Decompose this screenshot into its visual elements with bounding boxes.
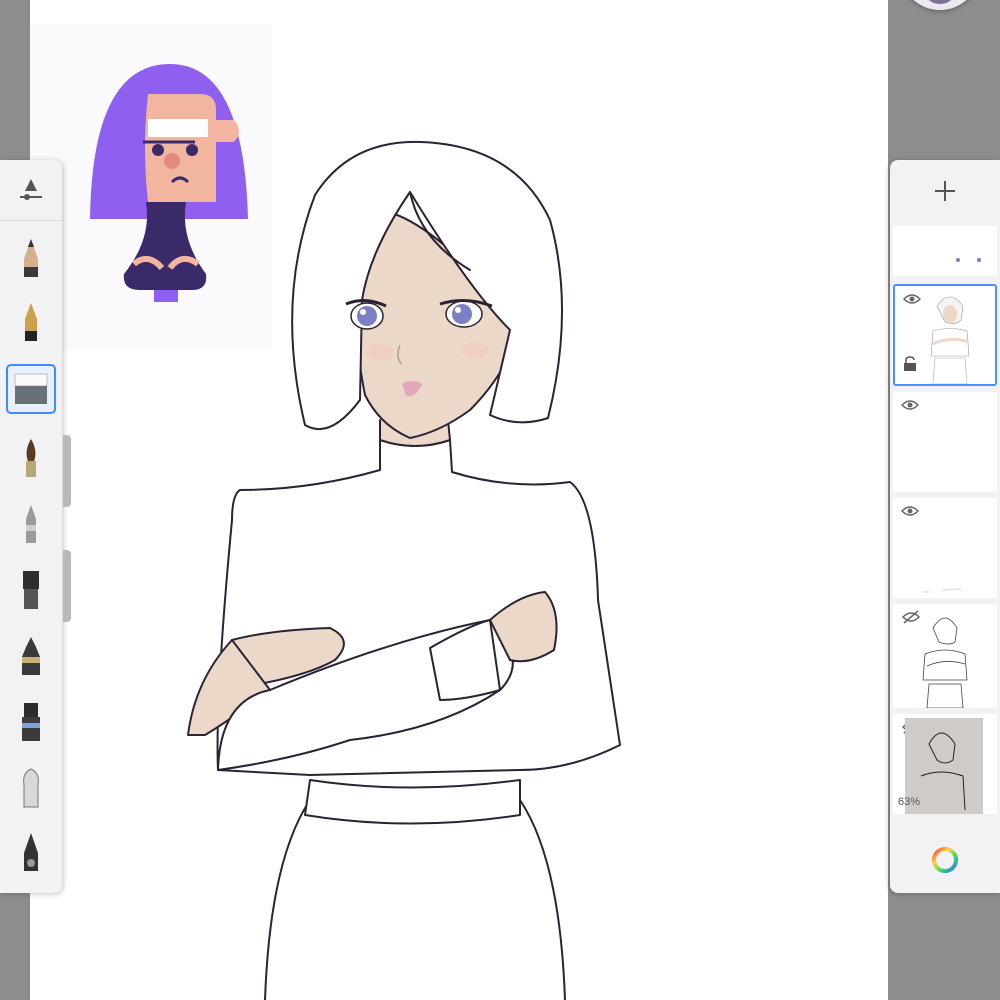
lock-icon[interactable]	[903, 356, 917, 377]
brush-size-opacity-icon	[20, 179, 42, 200]
brush-size-opacity-button[interactable]	[0, 160, 62, 221]
layer-coloring[interactable]	[893, 284, 997, 386]
brush-palette-scroll-handle-upper[interactable]	[63, 435, 71, 507]
layer-panel: 63%	[890, 160, 1000, 893]
ink-pen-brush-icon[interactable]	[6, 298, 56, 348]
add-layer-button[interactable]	[890, 160, 1000, 222]
layer-thumbnail	[923, 588, 962, 593]
eye-icon[interactable]	[900, 398, 920, 416]
layer-highlights[interactable]	[893, 498, 997, 598]
color-editor-button[interactable]	[890, 830, 1000, 890]
layer-thumbnail	[956, 258, 981, 262]
layer-eyes[interactable]	[893, 226, 997, 276]
paint-brush-icon[interactable]	[6, 434, 56, 484]
ballpoint-pen-brush-icon[interactable]	[6, 500, 56, 550]
marker-brush-icon[interactable]	[6, 632, 56, 682]
character-illustration	[187, 140, 621, 1000]
layer-lineart[interactable]	[893, 604, 997, 708]
airbrush-icon[interactable]	[6, 764, 56, 814]
brush-palette-scroll-handle-lower[interactable]	[63, 550, 71, 622]
layer-thumbnail	[922, 617, 968, 708]
felt-tip-brush-icon[interactable]	[6, 828, 56, 878]
color-wheel-icon	[932, 847, 958, 873]
pencil-brush-icon[interactable]	[6, 234, 56, 284]
layer-opacity-label: 63%	[898, 796, 921, 808]
chisel-brush-icon[interactable]	[6, 698, 56, 748]
eraser-brush-icon[interactable]	[6, 364, 56, 414]
layer-reference-photo[interactable]: 63%	[893, 714, 997, 814]
plus-icon	[935, 181, 955, 201]
flat-brush-icon[interactable]	[6, 566, 56, 616]
layer-empty[interactable]	[893, 392, 997, 492]
brush-palette	[0, 160, 62, 893]
